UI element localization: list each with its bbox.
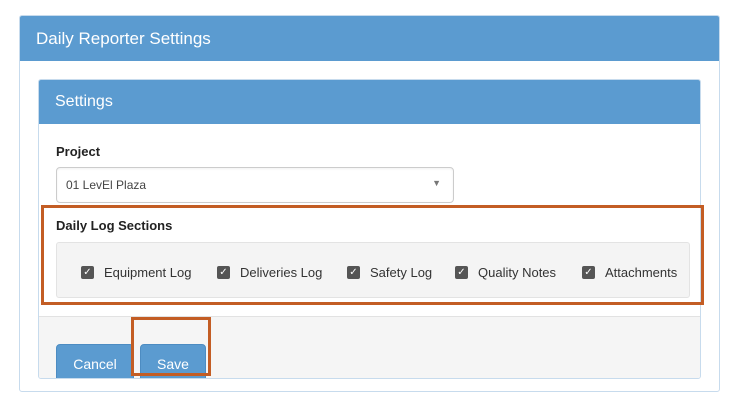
daily-log-sections-label: Daily Log Sections [56, 218, 173, 233]
checkbox-label: Deliveries Log [240, 264, 323, 280]
panel-footer: Cancel Save [39, 316, 700, 378]
checkbox-checked-icon[interactable]: ✓ [582, 265, 595, 279]
checkbox-checked-icon[interactable]: ✓ [347, 265, 360, 279]
settings-panel-title: Settings [39, 80, 700, 124]
checkbox-equipment-log[interactable]: ✓ Equipment Log [81, 264, 191, 280]
checkbox-attachments[interactable]: ✓ Attachments [582, 264, 677, 280]
checkbox-deliveries-log[interactable]: ✓ Deliveries Log [217, 264, 322, 280]
window-title: Daily Reporter Settings [20, 16, 719, 61]
daily-reporter-settings-panel: Daily Reporter Settings Settings Project… [19, 15, 720, 392]
checkbox-label: Quality Notes [478, 264, 557, 280]
checkbox-checked-icon[interactable]: ✓ [217, 265, 230, 279]
checkbox-safety-log[interactable]: ✓ Safety Log [347, 264, 432, 280]
project-label: Project [56, 144, 101, 159]
save-button[interactable]: Save [140, 344, 206, 378]
daily-log-sections-group: ✓ Equipment Log ✓ Deliveries Log ✓ Safet… [56, 242, 690, 298]
cancel-button[interactable]: Cancel [56, 344, 134, 378]
chevron-down-icon: ▼ [432, 178, 441, 188]
checkbox-checked-icon[interactable]: ✓ [455, 265, 468, 279]
checkbox-label: Safety Log [370, 264, 433, 280]
settings-panel: Settings Project 01 LevEl Plaza ▼ Daily … [38, 79, 701, 379]
checkbox-label: Equipment Log [104, 264, 192, 280]
checkbox-checked-icon[interactable]: ✓ [81, 265, 94, 279]
checkbox-quality-notes[interactable]: ✓ Quality Notes [455, 264, 556, 280]
project-select-value: 01 LevEl Plaza [66, 178, 147, 192]
checkbox-label: Attachments [605, 264, 678, 280]
project-select[interactable]: 01 LevEl Plaza ▼ [56, 167, 454, 203]
